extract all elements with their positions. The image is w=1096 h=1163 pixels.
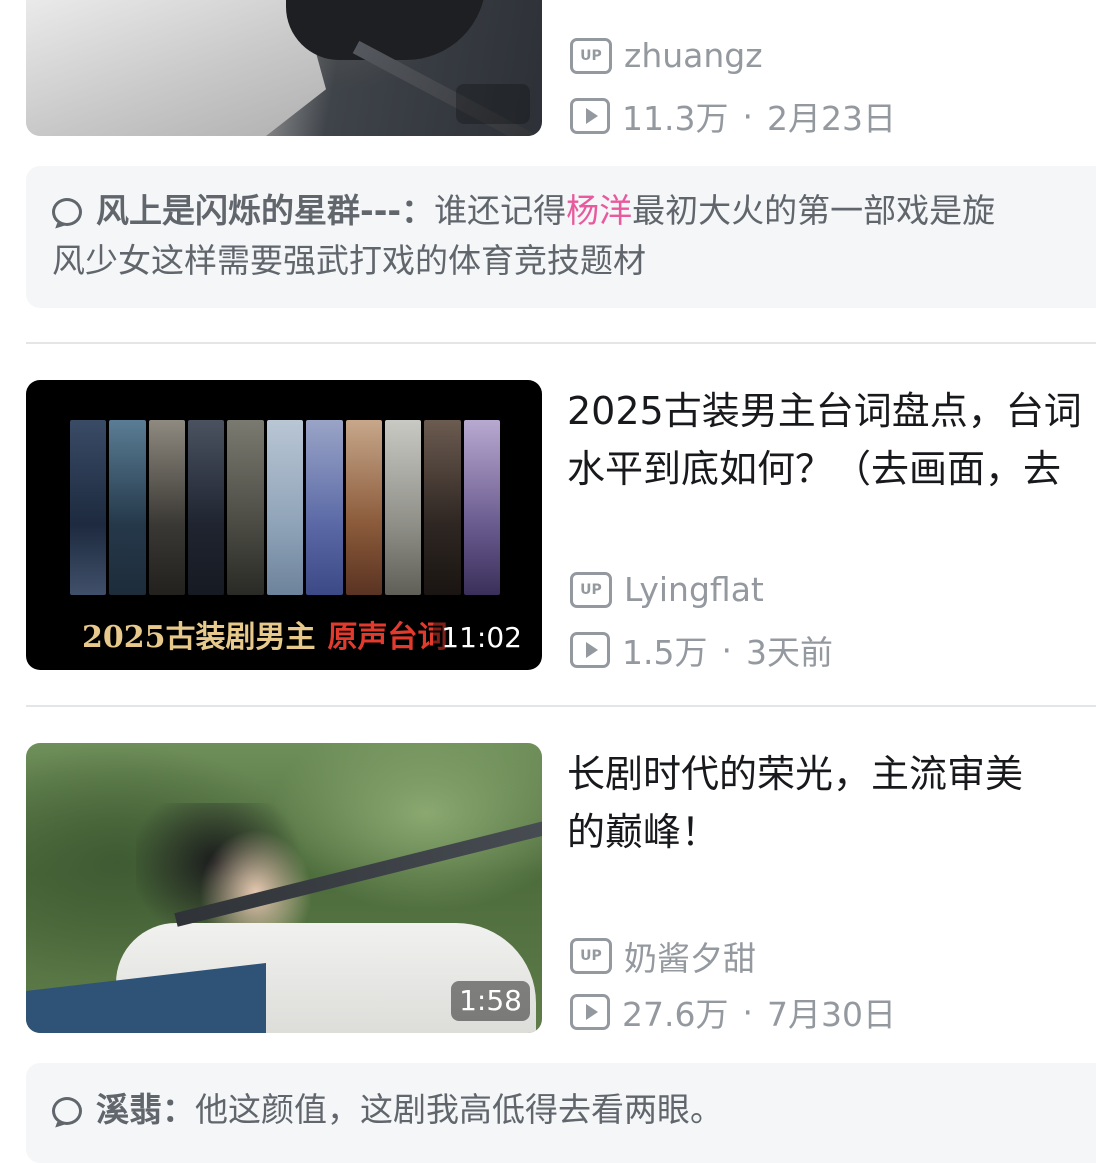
comment-highlight-link[interactable]: 杨洋 (566, 191, 632, 230)
duration-badge: 1:58 (451, 981, 530, 1021)
thumbnail-art (70, 420, 500, 595)
up-badge-icon: UP (570, 571, 612, 608)
thumbnail-strip (384, 420, 422, 595)
video-title[interactable]: 2025古装男主台词盘点，台词 水平到底如何？（去画面，去 (567, 382, 1096, 498)
video-thumbnail[interactable]: 2025古装剧男主 原声台词 11:02 (26, 380, 542, 670)
publish-date: 7月30日 (766, 995, 896, 1034)
thumbnail-caption-part: 原声台词 (327, 620, 448, 655)
duration-badge: 11:02 (433, 618, 530, 658)
comment-text: 最初大火的第一部戏是旋 (632, 191, 996, 230)
thumbnail-art (26, 0, 326, 136)
comment-text: 谁还记得 (434, 191, 567, 230)
hot-comment[interactable]: 溪翡：他这颜值，这剧我高低得去看两眼。 (26, 1063, 1096, 1163)
view-count: 11.3万 (622, 99, 729, 138)
video-author-row[interactable]: UP 奶酱夕甜 (570, 932, 756, 980)
thumbnail-caption-part: 2025古装剧男主 (82, 620, 316, 655)
thumbnail-strip (148, 420, 186, 595)
thumbnail-strip (345, 420, 382, 595)
comment-bubble-icon (52, 198, 82, 226)
thumbnail-caption: 2025古装剧男主 原声台词 (82, 612, 448, 656)
view-count: 1.5万 (622, 633, 708, 672)
video-stats-row: 27.6万 · 7月30日 (570, 988, 896, 1036)
separator: · (742, 96, 753, 136)
comment-text: 他这颜值，这剧我高低得去看两眼。 (195, 1090, 723, 1129)
comment-bubble-icon (52, 1097, 82, 1125)
divider (26, 705, 1096, 707)
thumbnail-strip (188, 420, 225, 595)
comment-text-line2: 风少女这样需要强武打戏的体育竞技题材 (52, 241, 646, 280)
comment-author: 溪翡： (96, 1090, 195, 1129)
video-author[interactable]: Lyingflat (624, 570, 764, 609)
play-count-icon (570, 632, 610, 668)
video-author[interactable]: 奶酱夕甜 (624, 932, 756, 980)
video-author-row[interactable]: UP Lyingflat (570, 570, 764, 609)
video-thumbnail[interactable]: 1:58 (26, 743, 542, 1033)
publish-date: 2月23日 (766, 99, 896, 138)
comment-author: 风上是闪烁的星群---： (96, 191, 435, 230)
thumbnail-strip (463, 420, 500, 595)
video-title-line: 的巅峰！ (567, 810, 720, 854)
video-title-line: 长剧时代的荣光，主流审美 (567, 752, 1024, 796)
thumbnail-strip (70, 420, 107, 595)
video-stats-row: 1.5万 · 3天前 (570, 626, 833, 674)
video-stats-row: 11.3万 · 2月23日 (570, 92, 896, 140)
thumbnail-strip (424, 420, 461, 595)
separator: · (721, 630, 732, 670)
hot-comment[interactable]: 风上是闪烁的星群---：谁还记得杨洋最初大火的第一部戏是旋 风少女这样需要强武打… (26, 166, 1096, 308)
thumbnail-strip (109, 420, 146, 595)
video-title-line: 水平到底如何？（去画面，去 (567, 447, 1062, 491)
video-author[interactable]: zhuangz (624, 36, 763, 75)
up-badge-icon: UP (570, 938, 612, 974)
thumbnail-strip (227, 420, 264, 595)
play-count-icon (570, 98, 610, 134)
thumbnail-art (286, 0, 486, 60)
up-badge-icon: UP (570, 37, 612, 74)
thumbnail-strip (306, 420, 343, 595)
play-count-icon (570, 994, 610, 1030)
duration-badge (456, 84, 530, 124)
view-count: 27.6万 (622, 995, 729, 1034)
video-thumbnail[interactable] (26, 0, 542, 136)
video-title[interactable]: 长剧时代的荣光，主流审美 的巅峰！ (567, 745, 1096, 861)
publish-date: 3天前 (745, 633, 833, 672)
thumbnail-strip (266, 420, 304, 595)
divider (26, 342, 1096, 344)
separator: · (742, 992, 753, 1032)
video-author-row[interactable]: UP zhuangz (570, 36, 763, 75)
video-title-line: 2025古装男主台词盘点，台词 (567, 389, 1082, 433)
